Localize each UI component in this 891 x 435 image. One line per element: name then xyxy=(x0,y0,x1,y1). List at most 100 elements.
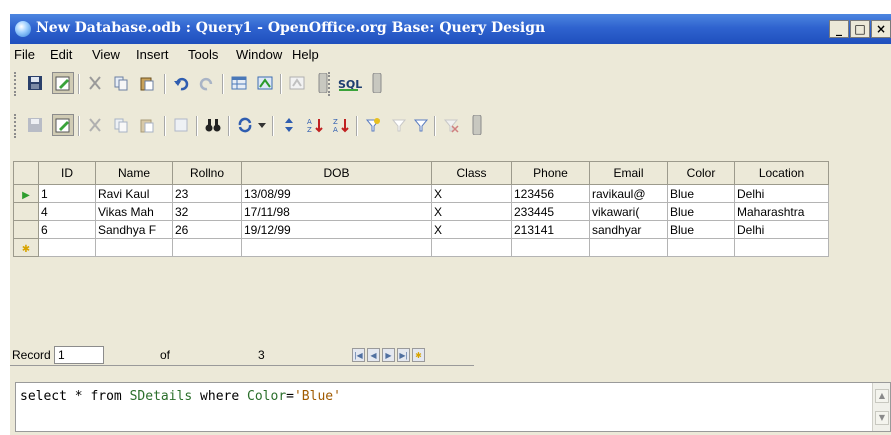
table-row[interactable]: 6 Sandhya F 26 19/12/99 X 213141 sandhya… xyxy=(13,220,829,239)
copy-icon[interactable] xyxy=(110,72,132,94)
cell[interactable] xyxy=(95,238,173,257)
cell[interactable]: vikawari( xyxy=(589,202,668,221)
minimize-button[interactable]: _ xyxy=(829,20,849,38)
cell[interactable] xyxy=(38,238,96,257)
cell[interactable]: Ravi Kaul xyxy=(95,184,173,203)
dropdown-handle[interactable] xyxy=(466,114,488,136)
cell[interactable]: 4 xyxy=(38,202,96,221)
cut-icon[interactable] xyxy=(84,72,106,94)
menu-file[interactable]: File xyxy=(14,47,35,62)
new-record-button-icon[interactable]: ✱ xyxy=(412,348,425,362)
vertical-scrollbar[interactable]: ▲ ▼ xyxy=(872,383,890,431)
last-record-icon[interactable]: ▶| xyxy=(397,348,410,362)
table-row[interactable]: ▶ 1 Ravi Kaul 23 13/08/99 X 123456 ravik… xyxy=(13,184,829,203)
menu-window[interactable]: Window xyxy=(236,47,282,62)
column-header[interactable]: ID xyxy=(38,161,96,185)
edit-data-icon[interactable] xyxy=(52,114,74,136)
cell[interactable]: X xyxy=(431,220,512,239)
edit-mode-icon[interactable] xyxy=(52,72,74,94)
column-header[interactable]: Phone xyxy=(511,161,590,185)
copy-icon[interactable] xyxy=(110,114,132,136)
cell[interactable]: X xyxy=(431,202,512,221)
undo-icon[interactable] xyxy=(170,72,192,94)
cell[interactable] xyxy=(734,238,829,257)
previous-record-icon[interactable]: ◀ xyxy=(367,348,380,362)
column-header[interactable]: Rollno xyxy=(172,161,242,185)
apply-filter-icon[interactable] xyxy=(388,114,410,136)
cell[interactable]: Delhi xyxy=(734,184,829,203)
cell[interactable]: X xyxy=(431,184,512,203)
cell[interactable]: 17/11/98 xyxy=(241,202,432,221)
undo-record-icon[interactable] xyxy=(170,114,192,136)
row-header[interactable] xyxy=(13,202,39,221)
next-record-icon[interactable]: ▶ xyxy=(382,348,395,362)
title-bar[interactable]: New Database.odb : Query1 - OpenOffice.o… xyxy=(10,14,891,44)
refresh-icon[interactable] xyxy=(234,114,256,136)
column-header[interactable]: Name xyxy=(95,161,173,185)
dropdown-handle[interactable] xyxy=(366,72,388,94)
cell[interactable]: Blue xyxy=(667,184,735,203)
cell[interactable]: 1 xyxy=(38,184,96,203)
functions-icon[interactable] xyxy=(286,72,308,94)
sql-statement[interactable]: select * from SDetails where Color='Blue… xyxy=(20,389,341,404)
menu-view[interactable]: View xyxy=(92,47,120,62)
redo-icon[interactable] xyxy=(196,72,218,94)
table-row[interactable]: 4 Vikas Mah 32 17/11/98 X 233445 vikawar… xyxy=(13,202,829,221)
cell[interactable]: Vikas Mah xyxy=(95,202,173,221)
new-record-row[interactable]: ✱ xyxy=(13,238,829,257)
scroll-down-icon[interactable]: ▼ xyxy=(875,411,889,425)
menu-edit[interactable]: Edit xyxy=(50,47,72,62)
record-number-field[interactable]: 1 xyxy=(54,346,104,364)
cell[interactable]: 6 xyxy=(38,220,96,239)
cell[interactable] xyxy=(172,238,242,257)
sql-icon[interactable]: SQL xyxy=(336,72,362,94)
save-icon[interactable] xyxy=(24,72,46,94)
corner-cell[interactable] xyxy=(13,161,39,185)
cell[interactable]: sandhyar xyxy=(589,220,668,239)
cell[interactable] xyxy=(431,238,512,257)
cell[interactable] xyxy=(589,238,668,257)
cell[interactable]: 32 xyxy=(172,202,242,221)
first-record-icon[interactable]: |◀ xyxy=(352,348,365,362)
cell[interactable]: 19/12/99 xyxy=(241,220,432,239)
close-button[interactable]: × xyxy=(871,20,891,38)
toolbar-grip[interactable] xyxy=(14,114,19,138)
find-record-icon[interactable] xyxy=(202,114,224,136)
column-header[interactable]: DOB xyxy=(241,161,432,185)
cell[interactable]: Sandhya F xyxy=(95,220,173,239)
standard-filter-icon[interactable] xyxy=(410,114,432,136)
cell[interactable]: 26 xyxy=(172,220,242,239)
cell[interactable] xyxy=(511,238,590,257)
paste-icon[interactable] xyxy=(136,72,158,94)
cell[interactable]: ravikaul@ xyxy=(589,184,668,203)
remove-filter-icon[interactable] xyxy=(440,114,462,136)
paste-icon[interactable] xyxy=(136,114,158,136)
menu-insert[interactable]: Insert xyxy=(136,47,169,62)
sort-icon[interactable] xyxy=(278,114,300,136)
cell[interactable]: Maharashtra xyxy=(734,202,829,221)
cell[interactable]: 123456 xyxy=(511,184,590,203)
column-header[interactable]: Class xyxy=(431,161,512,185)
menu-help[interactable]: Help xyxy=(292,47,319,62)
current-row-icon[interactable]: ▶ xyxy=(13,184,39,203)
design-view-icon[interactable] xyxy=(254,72,276,94)
column-header[interactable]: Location xyxy=(734,161,829,185)
chevron-down-icon[interactable] xyxy=(256,114,268,136)
cell[interactable]: 233445 xyxy=(511,202,590,221)
column-header[interactable]: Email xyxy=(589,161,668,185)
maximize-button[interactable]: □ xyxy=(850,20,870,38)
menu-tools[interactable]: Tools xyxy=(188,47,218,62)
sort-ascending-icon[interactable]: AZ xyxy=(304,114,326,136)
cell[interactable]: 23 xyxy=(172,184,242,203)
save-record-icon[interactable] xyxy=(24,114,46,136)
cell[interactable]: Blue xyxy=(667,220,735,239)
add-table-icon[interactable] xyxy=(228,72,250,94)
cell[interactable]: 13/08/99 xyxy=(241,184,432,203)
toolbar-grip[interactable] xyxy=(328,72,333,96)
scroll-up-icon[interactable]: ▲ xyxy=(875,389,889,403)
cell[interactable] xyxy=(241,238,432,257)
cell[interactable]: 213141 xyxy=(511,220,590,239)
cell[interactable]: Blue xyxy=(667,202,735,221)
row-header[interactable] xyxy=(13,220,39,239)
column-header[interactable]: Color xyxy=(667,161,735,185)
